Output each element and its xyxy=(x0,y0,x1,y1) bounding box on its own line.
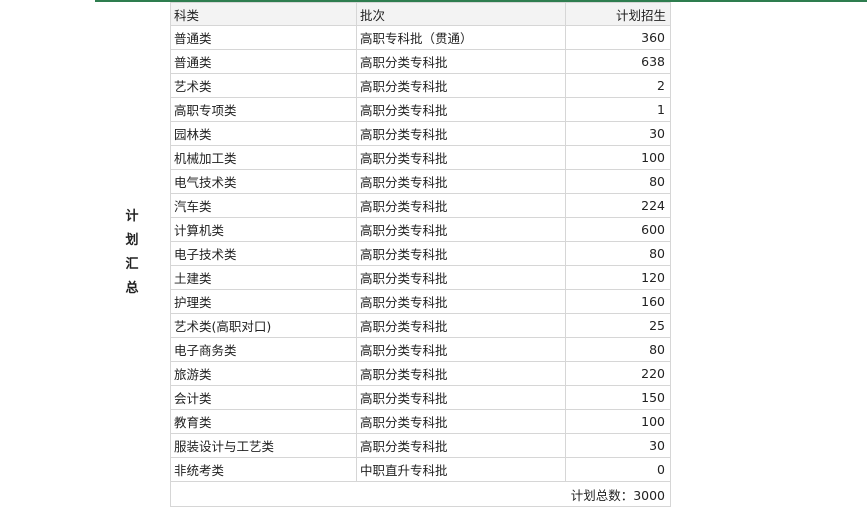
cell-plan: 25 xyxy=(565,313,671,338)
cell-plan: 638 xyxy=(565,49,671,74)
cell-plan: 600 xyxy=(565,217,671,242)
table-row: 高职专项类 高职分类专科批 1 xyxy=(170,97,671,122)
cell-batch: 高职分类专科批 xyxy=(356,289,566,314)
cell-category: 护理类 xyxy=(170,289,357,314)
cell-batch: 高职分类专科批 xyxy=(356,337,566,362)
table-row: 艺术类(高职对口) 高职分类专科批 25 xyxy=(170,313,671,338)
cell-plan: 30 xyxy=(565,121,671,146)
header-category: 科类 xyxy=(170,2,357,26)
cell-batch: 高职分类专科批 xyxy=(356,49,566,74)
table-row: 会计类 高职分类专科批 150 xyxy=(170,385,671,410)
cell-plan: 1 xyxy=(565,97,671,122)
cell-plan: 0 xyxy=(565,457,671,482)
cell-batch: 高职分类专科批 xyxy=(356,97,566,122)
table-body: 普通类 高职专科批（贯通） 360 普通类 高职分类专科批 638 艺术类 高职分类专科批 2 高… xyxy=(170,25,671,482)
cell-batch: 高职分类专科批 xyxy=(356,169,566,194)
table-row: 园林类 高职分类专科批 30 xyxy=(170,121,671,146)
section-label: 计 划 汇 总 xyxy=(122,205,142,301)
section-label-char: 划 xyxy=(125,233,139,248)
cell-plan: 224 xyxy=(565,193,671,218)
section-label-char: 计 xyxy=(125,209,139,224)
section-label-char: 汇 xyxy=(125,257,139,272)
cell-category: 旅游类 xyxy=(170,361,357,386)
section-label-char: 总 xyxy=(125,281,139,296)
cell-plan: 150 xyxy=(565,385,671,410)
cell-batch: 高职分类专科批 xyxy=(356,433,566,458)
cell-batch: 高职分类专科批 xyxy=(356,193,566,218)
cell-plan: 80 xyxy=(565,169,671,194)
table-row: 教育类 高职分类专科批 100 xyxy=(170,409,671,434)
cell-category: 非统考类 xyxy=(170,457,357,482)
cell-category: 教育类 xyxy=(170,409,357,434)
total-row: 计划总数：3000 xyxy=(170,481,671,507)
cell-batch: 高职分类专科批 xyxy=(356,241,566,266)
cell-batch: 高职分类专科批 xyxy=(356,361,566,386)
table-row: 艺术类 高职分类专科批 2 xyxy=(170,73,671,98)
cell-plan: 100 xyxy=(565,145,671,170)
cell-category: 普通类 xyxy=(170,25,357,50)
cell-category: 电子技术类 xyxy=(170,241,357,266)
cell-category: 高职专项类 xyxy=(170,97,357,122)
cell-category: 机械加工类 xyxy=(170,145,357,170)
enrollment-plan-table: 科类 批次 计划招生 普通类 高职专科批（贯通） 360 普通类 高职分类专科批 638 艺… xyxy=(170,2,671,507)
cell-plan: 100 xyxy=(565,409,671,434)
cell-category: 电子商务类 xyxy=(170,337,357,362)
plan-total: 计划总数：3000 xyxy=(170,481,671,507)
cell-category: 计算机类 xyxy=(170,217,357,242)
cell-batch: 高职分类专科批 xyxy=(356,265,566,290)
table-row: 土建类 高职分类专科批 120 xyxy=(170,265,671,290)
table-row: 电气技术类 高职分类专科批 80 xyxy=(170,169,671,194)
cell-batch: 高职分类专科批 xyxy=(356,145,566,170)
table-row: 电子商务类 高职分类专科批 80 xyxy=(170,337,671,362)
cell-category: 会计类 xyxy=(170,385,357,410)
table-row: 旅游类 高职分类专科批 220 xyxy=(170,361,671,386)
cell-category: 艺术类 xyxy=(170,73,357,98)
cell-category: 电气技术类 xyxy=(170,169,357,194)
table-row: 汽车类 高职分类专科批 224 xyxy=(170,193,671,218)
table-row: 电子技术类 高职分类专科批 80 xyxy=(170,241,671,266)
cell-batch: 高职分类专科批 xyxy=(356,73,566,98)
table-row: 护理类 高职分类专科批 160 xyxy=(170,289,671,314)
cell-batch: 高职分类专科批 xyxy=(356,385,566,410)
table-header: 科类 批次 计划招生 xyxy=(170,2,671,26)
cell-category: 服装设计与工艺类 xyxy=(170,433,357,458)
cell-category: 艺术类(高职对口) xyxy=(170,313,357,338)
cell-category: 土建类 xyxy=(170,265,357,290)
table-row: 非统考类 中职直升专科批 0 xyxy=(170,457,671,482)
cell-category: 园林类 xyxy=(170,121,357,146)
table-row: 普通类 高职专科批（贯通） 360 xyxy=(170,25,671,50)
header-row: 科类 批次 计划招生 xyxy=(170,2,671,26)
cell-plan: 220 xyxy=(565,361,671,386)
cell-plan: 160 xyxy=(565,289,671,314)
header-plan: 计划招生 xyxy=(565,2,671,26)
cell-plan: 2 xyxy=(565,73,671,98)
table-row: 计算机类 高职分类专科批 600 xyxy=(170,217,671,242)
cell-plan: 80 xyxy=(565,241,671,266)
cell-batch: 高职分类专科批 xyxy=(356,313,566,338)
table-row: 普通类 高职分类专科批 638 xyxy=(170,49,671,74)
table-footer: 计划总数：3000 xyxy=(170,481,671,507)
cell-batch: 中职直升专科批 xyxy=(356,457,566,482)
header-batch: 批次 xyxy=(356,2,566,26)
cell-batch: 高职专科批（贯通） xyxy=(356,25,566,50)
cell-batch: 高职分类专科批 xyxy=(356,121,566,146)
cell-plan: 360 xyxy=(565,25,671,50)
cell-batch: 高职分类专科批 xyxy=(356,217,566,242)
table-row: 机械加工类 高职分类专科批 100 xyxy=(170,145,671,170)
cell-category: 汽车类 xyxy=(170,193,357,218)
cell-plan: 80 xyxy=(565,337,671,362)
cell-plan: 30 xyxy=(565,433,671,458)
cell-category: 普通类 xyxy=(170,49,357,74)
cell-batch: 高职分类专科批 xyxy=(356,409,566,434)
cell-plan: 120 xyxy=(565,265,671,290)
table-row: 服装设计与工艺类 高职分类专科批 30 xyxy=(170,433,671,458)
